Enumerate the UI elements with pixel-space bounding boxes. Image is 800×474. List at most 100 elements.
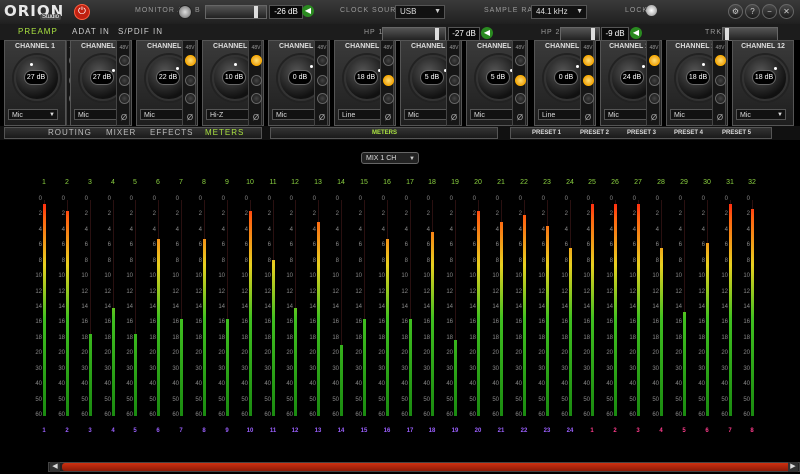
- pad-toggle[interactable]: [515, 75, 526, 86]
- meter-scale-label: 20: [332, 350, 339, 357]
- phantom-power-toggle[interactable]: [583, 55, 594, 66]
- input-type-select[interactable]: Mic ▼: [8, 109, 58, 120]
- meter-column-number: 27: [634, 179, 642, 186]
- pad-toggle[interactable]: [583, 75, 594, 86]
- phase-invert-button[interactable]: Ø: [381, 113, 395, 122]
- phase-invert-button[interactable]: Ø: [249, 113, 263, 122]
- tab-spdif-in[interactable]: S/PDIF IN: [118, 25, 163, 38]
- hp1-fader[interactable]: [382, 27, 446, 41]
- preset-2-button[interactable]: PRESET 2: [580, 127, 609, 139]
- input-type-select[interactable]: Mic ▼: [736, 109, 786, 120]
- monitor-toggle[interactable]: [178, 5, 192, 19]
- phantom-label: 48V: [649, 45, 659, 51]
- meter-scale-label: 30: [401, 365, 408, 372]
- gain-knob[interactable]: 18 dB: [742, 55, 788, 101]
- minimize-icon[interactable]: −: [762, 4, 777, 19]
- meter-scale-label: 50: [355, 396, 362, 403]
- meter-scale-label: 8: [586, 257, 590, 264]
- link-toggle[interactable]: [715, 93, 726, 104]
- pad-toggle[interactable]: [317, 75, 328, 86]
- gain-value: 10 dB: [222, 70, 246, 85]
- tab-routing[interactable]: ROUTING: [48, 127, 92, 139]
- scroll-left-icon[interactable]: ◀: [50, 462, 60, 472]
- trk-fader[interactable]: [722, 27, 778, 41]
- phase-invert-button[interactable]: Ø: [315, 113, 329, 122]
- phase-invert-button[interactable]: Ø: [647, 113, 661, 122]
- meter-scale-label: 18: [332, 334, 339, 341]
- meter-scale-label: 6: [564, 242, 568, 249]
- meter-source-label: 10: [246, 428, 254, 434]
- phantom-power-toggle[interactable]: [515, 55, 526, 66]
- meter-scale-label: 30: [515, 365, 522, 372]
- tab-mixer[interactable]: MIXER: [106, 127, 136, 139]
- phantom-power-toggle[interactable]: [119, 55, 130, 66]
- phase-invert-button[interactable]: Ø: [713, 113, 727, 122]
- pad-toggle[interactable]: [251, 75, 262, 86]
- meter-scale-label: 6: [61, 242, 65, 249]
- tab-preamp[interactable]: PREAMP: [18, 25, 58, 38]
- power-icon[interactable]: ⏻: [74, 4, 90, 20]
- pad-toggle[interactable]: [649, 75, 660, 86]
- pad-toggle[interactable]: [715, 75, 726, 86]
- speaker-icon[interactable]: ◀: [302, 5, 314, 17]
- scroll-right-icon[interactable]: ▶: [788, 462, 798, 472]
- link-toggle[interactable]: [649, 93, 660, 104]
- meter-scale-label: 16: [81, 319, 88, 326]
- settings-icon[interactable]: ⚙: [728, 4, 743, 19]
- link-toggle[interactable]: [185, 93, 196, 104]
- preset-1-button[interactable]: PRESET 1: [532, 127, 561, 139]
- phantom-power-toggle[interactable]: [185, 55, 196, 66]
- meter-scale-label: 12: [561, 288, 568, 295]
- phase-invert-button[interactable]: Ø: [513, 113, 527, 122]
- tab-meters[interactable]: METERS: [205, 127, 244, 139]
- meter-scale-label: 18: [355, 334, 362, 341]
- phantom-power-toggle[interactable]: [383, 55, 394, 66]
- link-toggle[interactable]: [251, 93, 262, 104]
- meter-scale-label: 0: [495, 196, 499, 202]
- speaker-icon[interactable]: ◀: [481, 27, 493, 39]
- preset-3-button[interactable]: PRESET 3: [627, 127, 656, 139]
- phantom-power-toggle[interactable]: [251, 55, 262, 66]
- link-toggle[interactable]: [583, 93, 594, 104]
- meter-scale-label: 0: [746, 196, 750, 202]
- meter-scale-label: 30: [104, 365, 111, 372]
- monitor-fader[interactable]: [205, 5, 267, 19]
- preset-5-button[interactable]: PRESET 5: [722, 127, 751, 139]
- tab-adat-in[interactable]: ADAT IN: [72, 25, 110, 38]
- pad-toggle[interactable]: [383, 75, 394, 86]
- pad-toggle[interactable]: [185, 75, 196, 86]
- phase-invert-button[interactable]: Ø: [117, 113, 131, 122]
- tab-effects[interactable]: EFFECTS: [150, 127, 193, 139]
- close-icon[interactable]: ✕: [779, 4, 794, 19]
- scrollbar-thumb[interactable]: [62, 463, 796, 471]
- meter-scale-label: 20: [58, 350, 65, 357]
- mix-select[interactable]: MIX 1 CH ▼: [361, 152, 419, 164]
- phantom-power-toggle[interactable]: [449, 55, 460, 66]
- phase-invert-button[interactable]: Ø: [581, 113, 595, 122]
- pad-toggle[interactable]: [449, 75, 460, 86]
- meter-scale-label: 12: [218, 288, 225, 295]
- link-toggle[interactable]: [317, 93, 328, 104]
- meter-scale-label: 18: [58, 334, 65, 341]
- meter-scale-label: 50: [652, 396, 659, 403]
- clock-source-select[interactable]: USB ▼: [395, 5, 445, 19]
- phase-invert-button[interactable]: Ø: [183, 113, 197, 122]
- preset-4-button[interactable]: PRESET 4: [674, 127, 703, 139]
- link-toggle[interactable]: [449, 93, 460, 104]
- help-icon[interactable]: ?: [745, 4, 760, 19]
- phase-invert-button[interactable]: Ø: [447, 113, 461, 122]
- link-toggle[interactable]: [383, 93, 394, 104]
- hp2-fader[interactable]: [560, 27, 600, 41]
- meter-source-label: 11: [269, 428, 277, 434]
- meter-bar: [729, 204, 732, 416]
- link-toggle[interactable]: [119, 93, 130, 104]
- phantom-power-toggle[interactable]: [317, 55, 328, 66]
- gain-knob[interactable]: 27 dB: [14, 55, 60, 101]
- phantom-power-toggle[interactable]: [649, 55, 660, 66]
- pad-toggle[interactable]: [119, 75, 130, 86]
- meter-scale-label: 0: [381, 196, 385, 202]
- phantom-power-toggle[interactable]: [715, 55, 726, 66]
- sample-rate-select[interactable]: 44.1 kHz ▼: [531, 5, 587, 19]
- speaker-icon[interactable]: ◀: [630, 27, 642, 39]
- link-toggle[interactable]: [515, 93, 526, 104]
